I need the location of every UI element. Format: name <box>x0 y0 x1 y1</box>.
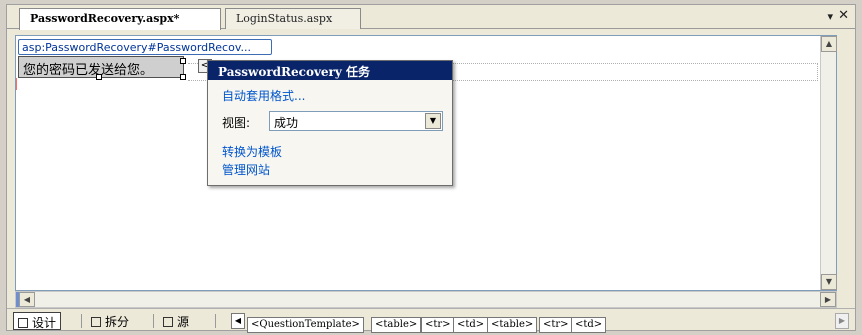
panel-title: PasswordRecovery 任务 <box>208 61 452 80</box>
tab-loginstatus[interactable]: LoginStatus.aspx <box>225 8 361 29</box>
breadcrumb-item[interactable]: <td> <box>571 317 607 333</box>
breadcrumb-item[interactable]: <QuestionTemplate> <box>247 317 364 333</box>
manage-site-link[interactable]: 管理网站 <box>222 161 270 178</box>
control-tag-label: asp:PasswordRecovery#PasswordRecov... <box>18 39 272 55</box>
breadcrumb-item[interactable]: <tr> <box>539 317 573 333</box>
size-grip <box>837 291 855 308</box>
breadcrumb-item[interactable]: <table> <box>487 317 538 333</box>
design-view-icon <box>18 318 28 328</box>
view-select[interactable]: 成功 ▼ <box>269 111 443 131</box>
vertical-scrollbar[interactable]: ▲ ▼ <box>820 36 837 290</box>
caret-marker <box>16 78 17 90</box>
source-view-icon <box>163 317 173 327</box>
crumb-scroll-left-icon[interactable]: ◀ <box>231 313 245 329</box>
success-text: 您的密码已发送给您。 <box>23 63 154 78</box>
view-label: 视图: <box>222 116 251 130</box>
autoformat-link[interactable]: 自动套用格式... <box>222 87 305 104</box>
scroll-right-icon[interactable]: ▶ <box>820 292 836 307</box>
design-view-label: 设计 <box>32 316 57 330</box>
breadcrumb-item[interactable]: <tr> <box>421 317 455 333</box>
split-view-icon <box>91 317 101 327</box>
design-view-button[interactable]: 设计 <box>13 312 62 330</box>
view-switch-bar: 设计 拆分 源 ◀ <QuestionTemplate> <table> <tr… <box>7 308 855 333</box>
scroll-left-icon[interactable]: ◀ <box>19 292 35 307</box>
tag-breadcrumb: <QuestionTemplate> <table> <tr> <td> <ta… <box>247 313 663 333</box>
smart-tag-panel: PasswordRecovery 任务 自动套用格式... 视图: 成功 ▼ 转… <box>207 60 453 186</box>
scroll-down-icon[interactable]: ▼ <box>821 274 837 290</box>
convert-template-link[interactable]: 转换为模板 <box>222 143 282 160</box>
scroll-up-icon[interactable]: ▲ <box>821 36 837 52</box>
divider <box>153 314 154 328</box>
resize-handle[interactable] <box>180 74 186 80</box>
divider <box>81 314 82 328</box>
chevron-down-icon[interactable]: ▼ <box>425 113 441 129</box>
crumb-scroll-right-icon[interactable]: ▶ <box>835 313 849 329</box>
horizontal-scrollbar[interactable]: ◀ ▶ <box>15 291 837 308</box>
document-tab-strip: PasswordRecovery.aspx* LoginStatus.aspx … <box>7 5 855 30</box>
dropdown-arrow-icon[interactable]: ▾ <box>827 10 833 23</box>
divider <box>215 314 216 328</box>
breadcrumb-item[interactable]: <td> <box>453 317 489 333</box>
source-view-button[interactable]: 源 <box>159 312 193 330</box>
editor-window: PasswordRecovery.aspx* LoginStatus.aspx … <box>6 4 856 333</box>
breadcrumb-item[interactable]: <table> <box>371 317 422 333</box>
source-view-label: 源 <box>177 315 190 329</box>
tab-passwordrecovery[interactable]: PasswordRecovery.aspx* <box>19 8 221 30</box>
close-icon[interactable]: ✕ <box>838 8 849 23</box>
resize-handle[interactable] <box>180 58 186 64</box>
view-select-value: 成功 <box>274 116 299 130</box>
split-view-button[interactable]: 拆分 <box>87 312 133 330</box>
split-view-label: 拆分 <box>105 315 130 329</box>
resize-handle[interactable] <box>96 74 102 80</box>
